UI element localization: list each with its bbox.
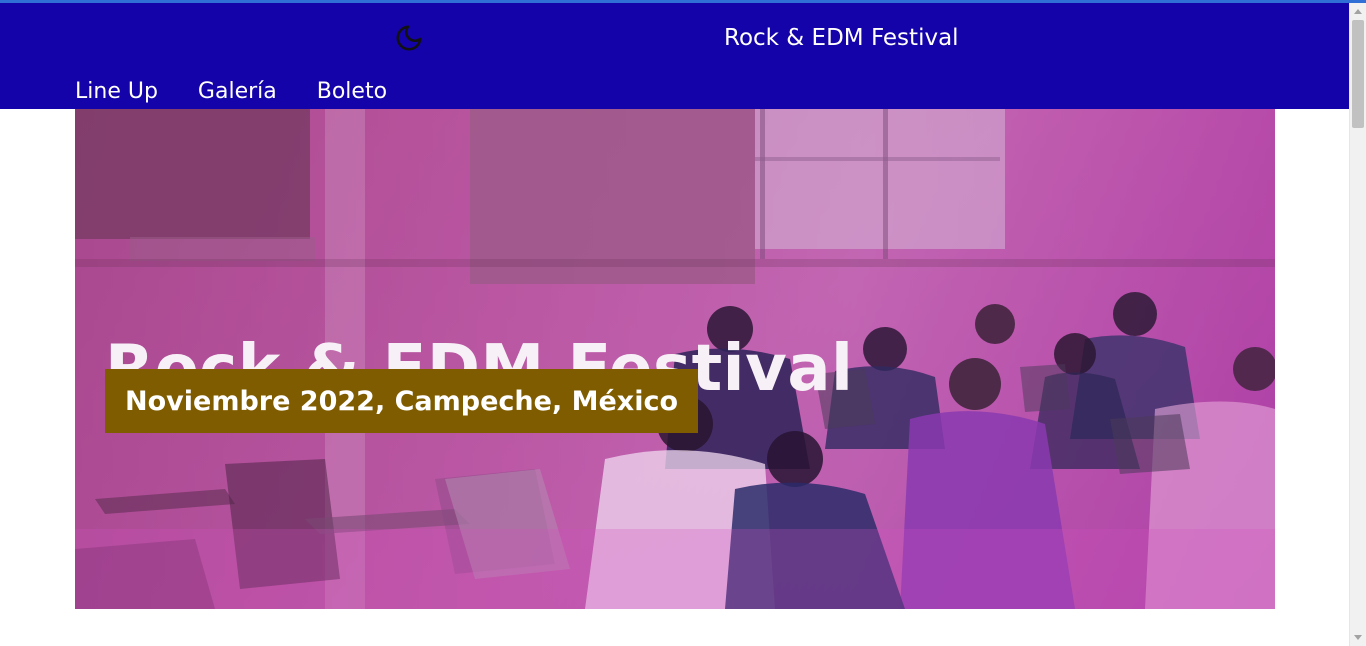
nav-link-galeria[interactable]: Galería <box>198 79 277 105</box>
event-date-location-badge: Noviembre 2022, Campeche, México <box>105 369 699 433</box>
vertical-scrollbar[interactable] <box>1349 3 1366 646</box>
main-nav: Line Up Galería Boleto <box>75 79 387 105</box>
scroll-up-arrow[interactable] <box>1354 9 1362 14</box>
scroll-down-arrow[interactable] <box>1354 635 1362 640</box>
event-date-location: Noviembre 2022, Campeche, México <box>125 385 679 417</box>
hero-banner: Rock & EDM Festival Noviembre 2022, Camp… <box>75 109 1275 609</box>
site-title: Rock & EDM Festival <box>724 25 959 51</box>
scroll-thumb[interactable] <box>1352 20 1364 128</box>
nav-link-line-up[interactable]: Line Up <box>75 79 158 105</box>
nav-link-boleto[interactable]: Boleto <box>317 79 387 105</box>
site-header: Rock & EDM Festival Line Up Galería Bole… <box>0 3 1349 109</box>
page: Rock & EDM Festival Line Up Galería Bole… <box>0 0 1366 646</box>
moon-icon <box>394 23 424 57</box>
theme-toggle-button[interactable] <box>392 23 426 57</box>
